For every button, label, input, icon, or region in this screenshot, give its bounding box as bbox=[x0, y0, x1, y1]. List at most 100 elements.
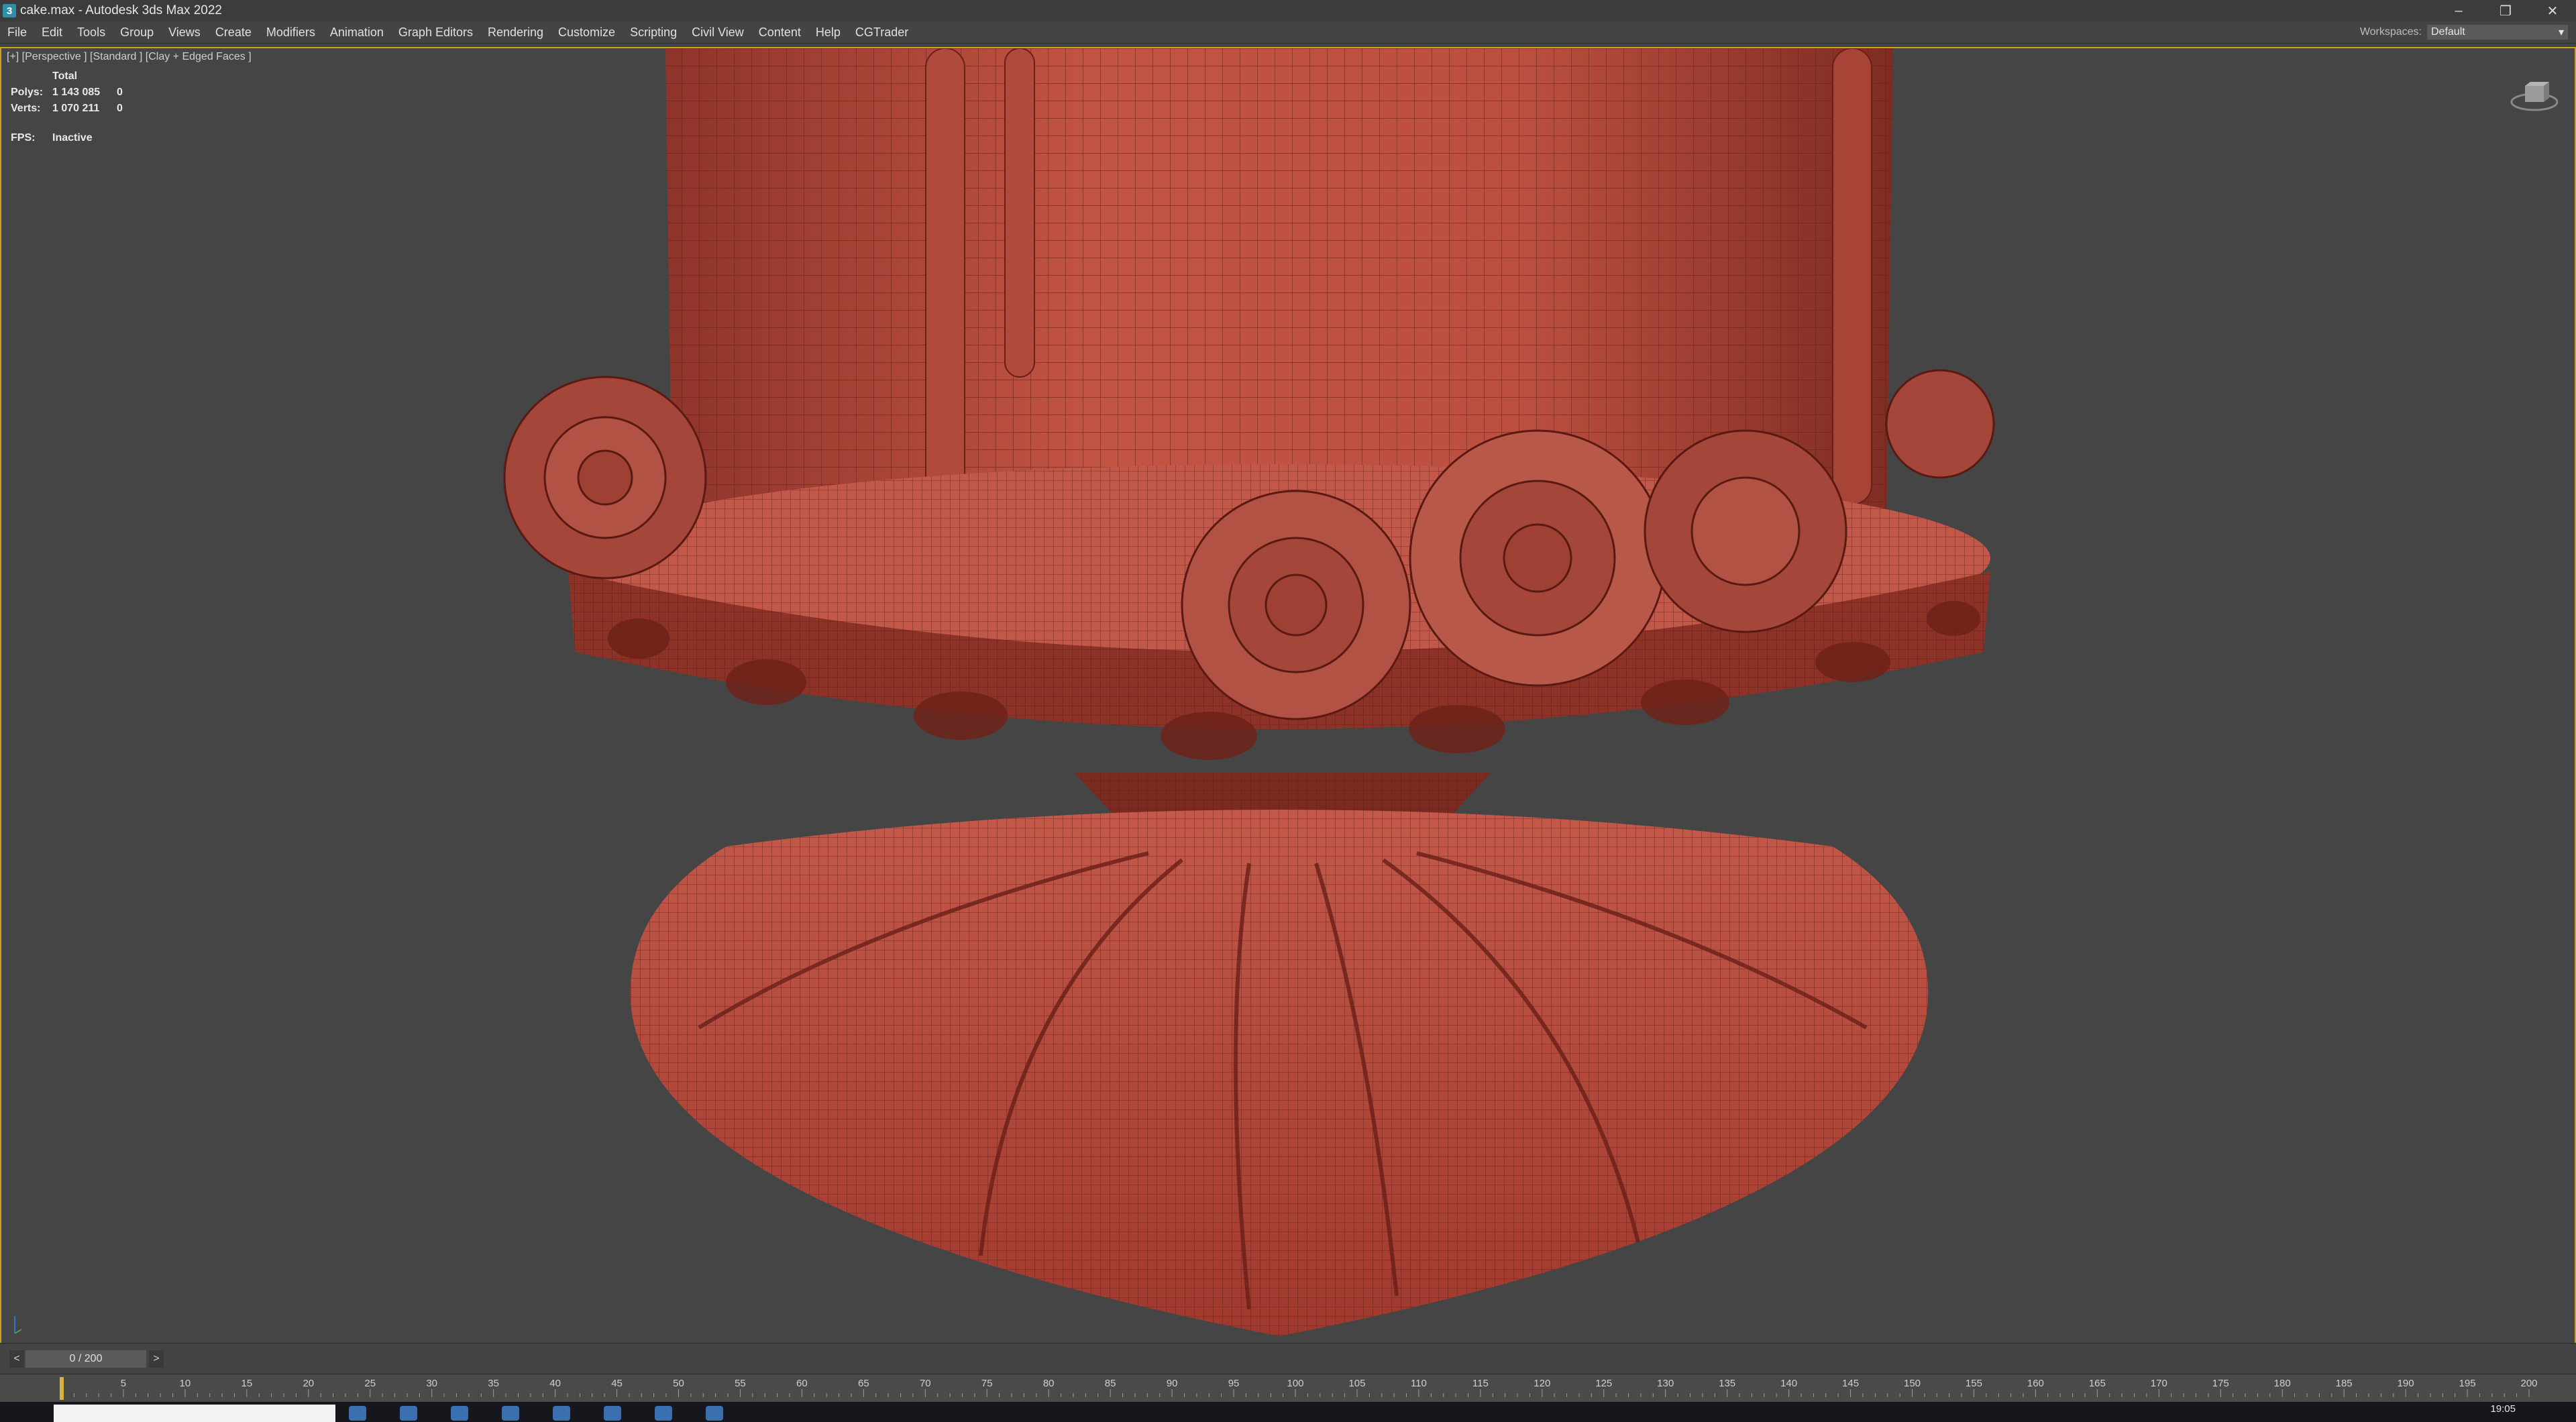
frame-tick-label: 190 bbox=[2398, 1378, 2414, 1389]
frame-tick-label: 55 bbox=[735, 1378, 746, 1389]
scene-statistics: Total Polys: 1 143 085 0 Verts: 1 070 21… bbox=[11, 68, 123, 146]
frame-tick-label: 50 bbox=[673, 1378, 684, 1389]
menu-graph-editors[interactable]: Graph Editors bbox=[391, 25, 480, 40]
chevron-down-icon: ▾ bbox=[2558, 27, 2564, 38]
time-slider-bar: < 0 / 200 > bbox=[0, 1343, 2576, 1374]
viewcube-icon[interactable] bbox=[2508, 68, 2561, 122]
frame-tick-label: 35 bbox=[488, 1378, 499, 1389]
frame-tick-label: 5 bbox=[121, 1378, 126, 1389]
frame-tick-label: 90 bbox=[1167, 1378, 1178, 1389]
menu-modifiers[interactable]: Modifiers bbox=[259, 25, 323, 40]
frame-tick-label: 65 bbox=[858, 1378, 869, 1389]
frame-tick-label: 145 bbox=[1842, 1378, 1859, 1389]
frame-tick-label: 100 bbox=[1287, 1378, 1303, 1389]
verts-label: Verts: bbox=[11, 103, 41, 114]
frame-tick-label: 195 bbox=[2459, 1378, 2476, 1389]
taskbar-search-input[interactable] bbox=[54, 1405, 335, 1422]
menu-civil-view[interactable]: Civil View bbox=[684, 25, 751, 40]
workspaces-value: Default bbox=[2431, 26, 2465, 38]
menu-customize[interactable]: Customize bbox=[551, 25, 623, 40]
taskbar-app-icon[interactable] bbox=[349, 1406, 366, 1421]
menu-edit[interactable]: Edit bbox=[34, 25, 70, 40]
frame-tick-label: 125 bbox=[1595, 1378, 1612, 1389]
frame-tick-label: 75 bbox=[981, 1378, 993, 1389]
menu-rendering[interactable]: Rendering bbox=[480, 25, 551, 40]
window-controls: – ❐ ✕ bbox=[2435, 0, 2576, 21]
taskbar-app-icon[interactable] bbox=[655, 1406, 672, 1421]
menu-content[interactable]: Content bbox=[751, 25, 808, 40]
frame-tick-label: 115 bbox=[1472, 1378, 1489, 1389]
frame-tick-label: 45 bbox=[611, 1378, 623, 1389]
taskbar-app-icon[interactable] bbox=[706, 1406, 723, 1421]
track-bar[interactable]: 5 10 15 20 25 30 35 40 45 50 55 60 65 70 75 80 85 90 95 100… bbox=[0, 1374, 2576, 1402]
frame-tick-label: 165 bbox=[2089, 1378, 2106, 1389]
viewport-label[interactable]: [+] [Perspective ] [Standard ] [Clay + E… bbox=[7, 51, 252, 63]
frame-tick-label: 105 bbox=[1348, 1378, 1365, 1389]
time-slider-thumb[interactable]: 0 / 200 bbox=[25, 1350, 146, 1368]
polys-label: Polys: bbox=[11, 87, 44, 98]
taskbar-app-icon[interactable] bbox=[553, 1406, 570, 1421]
frame-tick-label: 85 bbox=[1105, 1378, 1116, 1389]
fps-value: Inactive bbox=[52, 132, 93, 144]
frame-tick-label: 175 bbox=[2212, 1378, 2229, 1389]
frame-tick-label: 25 bbox=[364, 1378, 376, 1389]
frame-tick-label: 130 bbox=[1657, 1378, 1674, 1389]
time-slider-next-button[interactable]: > bbox=[149, 1350, 164, 1368]
taskbar-app-icon[interactable] bbox=[400, 1406, 417, 1421]
menu-help[interactable]: Help bbox=[808, 25, 848, 40]
frame-tick-label: 120 bbox=[1534, 1378, 1550, 1389]
verts-selected: 0 bbox=[117, 103, 123, 114]
frame-tick-label: 200 bbox=[2520, 1378, 2537, 1389]
app-icon[interactable]: 3 bbox=[3, 4, 16, 17]
workspaces-dropdown[interactable]: Default ▾ bbox=[2427, 25, 2568, 40]
menu-tools[interactable]: Tools bbox=[70, 25, 113, 40]
frame-tick-label: 95 bbox=[1228, 1378, 1240, 1389]
verts-value: 1 070 211 bbox=[52, 103, 100, 114]
frame-tick-label: 185 bbox=[2336, 1378, 2353, 1389]
current-frame-marker[interactable] bbox=[60, 1377, 64, 1400]
frame-tick-label: 170 bbox=[2151, 1378, 2167, 1389]
menu-create[interactable]: Create bbox=[208, 25, 259, 40]
frame-tick-label: 60 bbox=[796, 1378, 808, 1389]
os-taskbar: 19:05 bbox=[0, 1402, 2576, 1422]
frame-tick-label: 20 bbox=[303, 1378, 314, 1389]
cake-model-render bbox=[503, 48, 1995, 1336]
restore-button[interactable]: ❐ bbox=[2482, 0, 2529, 21]
app-window: 3 cake.max - Autodesk 3ds Max 2022 – ❐ ✕… bbox=[0, 0, 2576, 1422]
taskbar-app-icon[interactable] bbox=[451, 1406, 468, 1421]
stats-header: Total bbox=[52, 70, 78, 82]
frame-ruler: 5 10 15 20 25 30 35 40 45 50 55 60 65 70 75 80 85 90 95 100… bbox=[60, 1377, 2538, 1400]
frame-tick-label: 70 bbox=[920, 1378, 931, 1389]
frame-tick-label: 160 bbox=[2027, 1378, 2044, 1389]
menu-views[interactable]: Views bbox=[161, 25, 208, 40]
frame-tick-label: 30 bbox=[426, 1378, 437, 1389]
perspective-viewport[interactable]: [+] [Perspective ] [Standard ] [Clay + E… bbox=[0, 47, 2576, 1343]
frame-tick-label: 40 bbox=[549, 1378, 561, 1389]
menu-cgtrader[interactable]: CGTrader bbox=[848, 25, 916, 40]
frame-tick-label: 150 bbox=[1904, 1378, 1921, 1389]
stats-verts-row: Verts: 1 070 211 0 bbox=[11, 101, 123, 117]
menu-group[interactable]: Group bbox=[113, 25, 161, 40]
stats-fps-row: FPS: Inactive bbox=[11, 130, 123, 146]
close-button[interactable]: ✕ bbox=[2529, 0, 2576, 21]
taskbar-app-icon[interactable] bbox=[502, 1406, 519, 1421]
frame-tick-label: 155 bbox=[1966, 1378, 1982, 1389]
menu-scripting[interactable]: Scripting bbox=[623, 25, 684, 40]
polys-value: 1 143 085 bbox=[52, 87, 101, 98]
taskbar-app-icon[interactable] bbox=[604, 1406, 621, 1421]
axis-gizmo-icon bbox=[14, 1316, 22, 1334]
workspaces-label: Workspaces: bbox=[2359, 26, 2422, 38]
fps-label: FPS: bbox=[11, 132, 36, 144]
frame-tick-label: 135 bbox=[1719, 1378, 1735, 1389]
stats-polys-row: Polys: 1 143 085 0 bbox=[11, 85, 123, 101]
minimize-button[interactable]: – bbox=[2435, 0, 2482, 21]
frame-tick-label: 15 bbox=[241, 1378, 253, 1389]
menu-animation[interactable]: Animation bbox=[323, 25, 391, 40]
window-title: cake.max - Autodesk 3ds Max 2022 bbox=[20, 3, 222, 17]
title-bar: 3 cake.max - Autodesk 3ds Max 2022 – ❐ ✕ bbox=[0, 0, 2576, 21]
menu-file[interactable]: File bbox=[0, 25, 34, 40]
time-slider-prev-button[interactable]: < bbox=[9, 1350, 24, 1368]
frame-tick-label: 180 bbox=[2274, 1378, 2291, 1389]
frame-tick-label: 80 bbox=[1043, 1378, 1055, 1389]
taskbar-clock[interactable]: 19:05 bbox=[2490, 1403, 2516, 1415]
